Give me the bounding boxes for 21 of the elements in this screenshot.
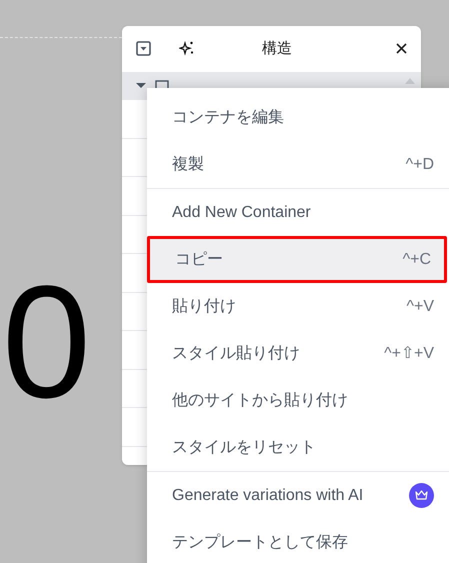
- dropdown-icon[interactable]: [136, 41, 151, 56]
- menu-item-label: テンプレートとして保存: [172, 532, 348, 552]
- shortcut-text: ^+⇧+V: [384, 344, 434, 364]
- shortcut-text: ^+V: [406, 296, 434, 316]
- menu-item-label: Generate variations with AI: [172, 486, 364, 506]
- menu-item-label: コピー: [175, 250, 223, 270]
- heading-text: 0: [2, 262, 85, 422]
- shortcut-text: ^+C: [402, 250, 431, 270]
- close-icon[interactable]: [396, 43, 407, 54]
- menu-item-label: スタイル貼り付け: [172, 344, 300, 364]
- shortcut-text: ^+D: [406, 154, 434, 174]
- sparkle-icon[interactable]: [179, 40, 195, 56]
- menu-item-label: 他のサイトから貼り付け: [172, 390, 348, 410]
- expand-arrow-icon[interactable]: [135, 80, 147, 90]
- menu-item[interactable]: コピー ^+C: [147, 236, 447, 283]
- menu-item-label: コンテナを編集: [172, 108, 284, 128]
- menu-item-label: Add New Container: [172, 202, 311, 222]
- menu-item-label: 貼り付け: [172, 296, 236, 316]
- menu-item-label: 複製: [172, 154, 204, 174]
- menu-item-label: スタイルをリセット: [172, 438, 316, 458]
- panel-title: 構造: [262, 39, 292, 59]
